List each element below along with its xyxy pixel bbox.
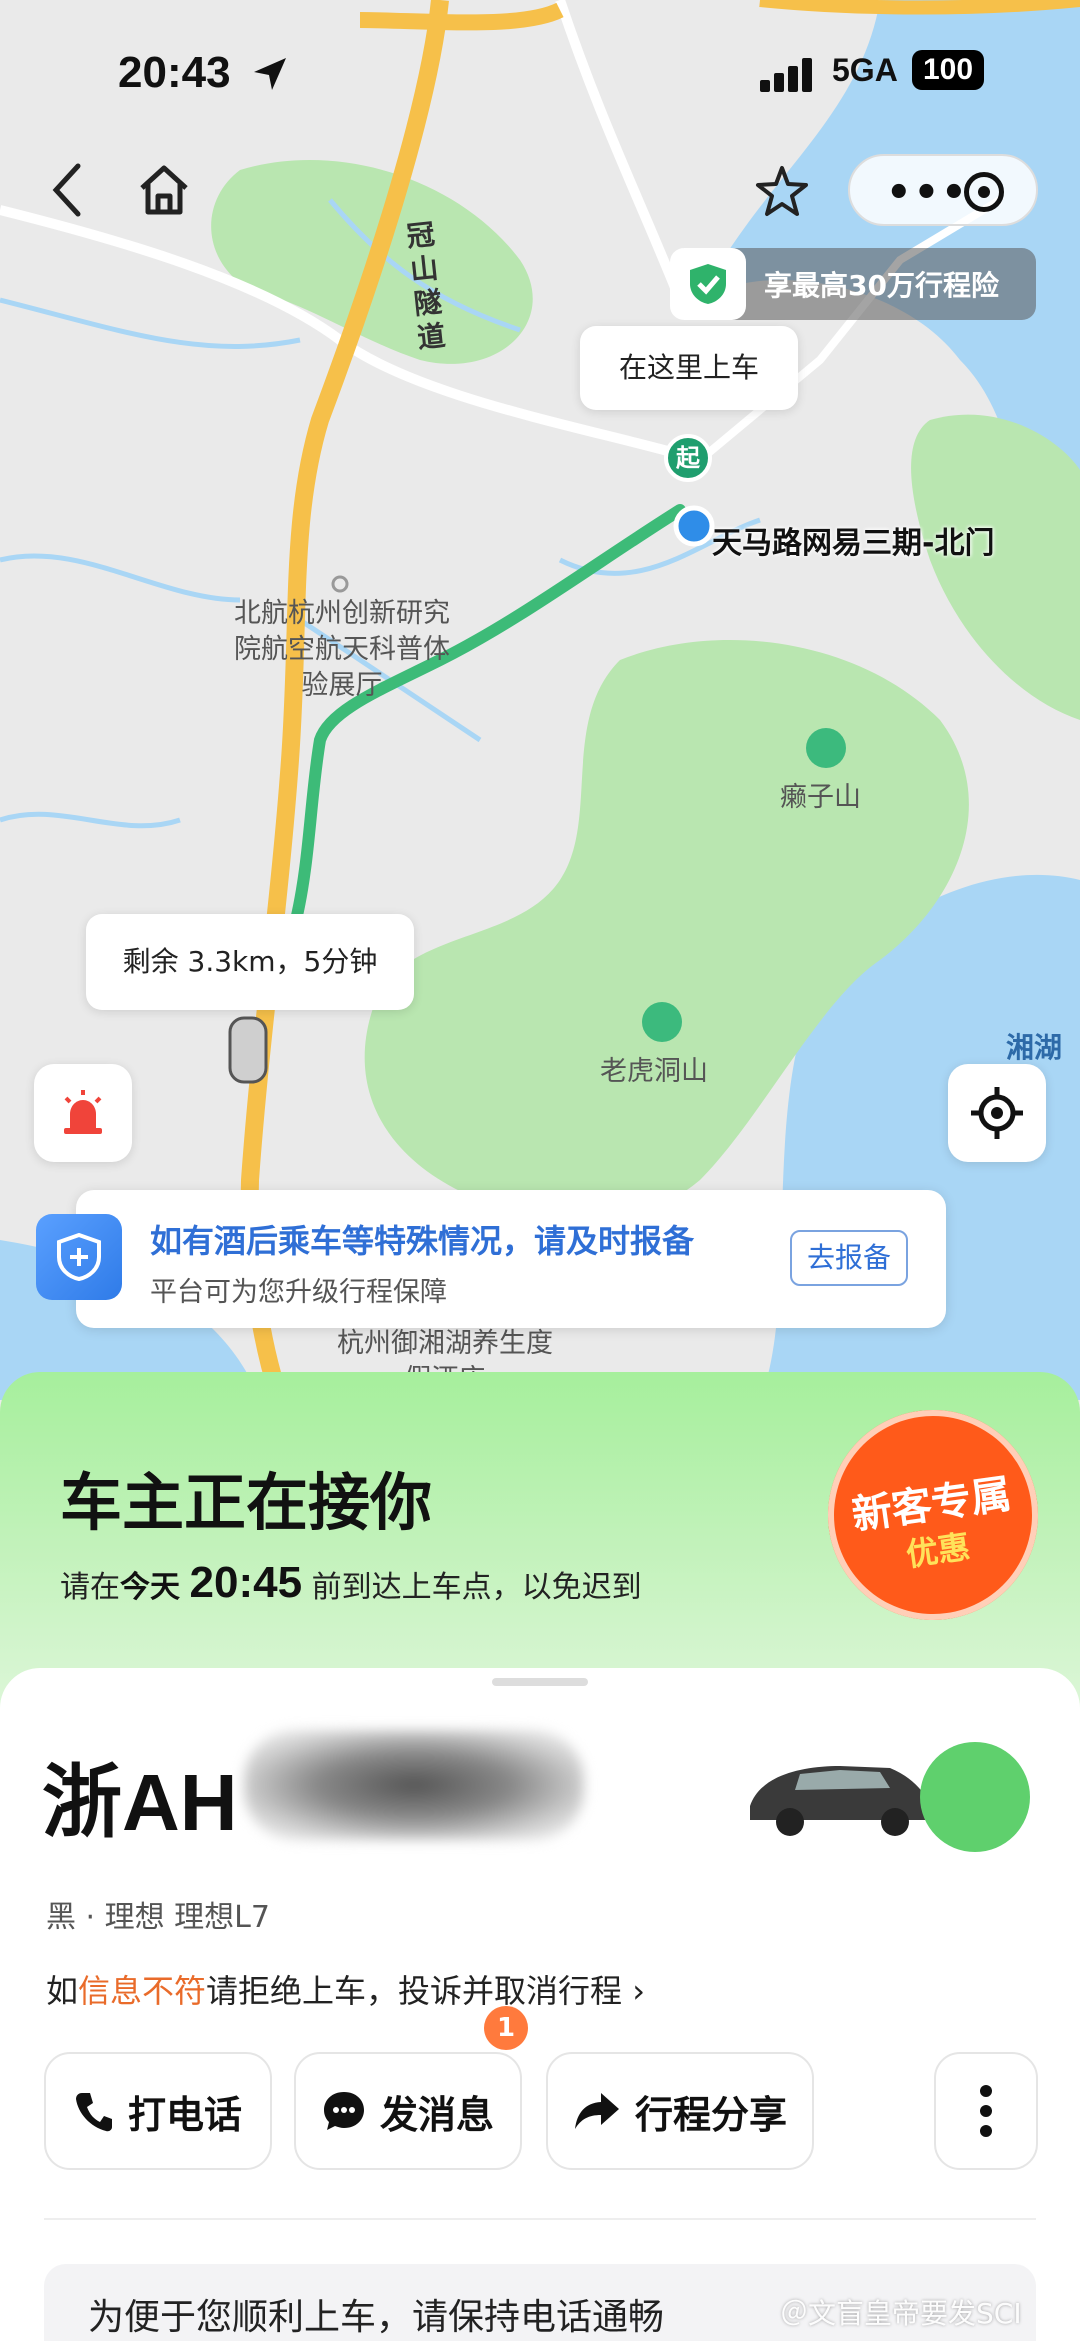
plate-redaction-blur bbox=[244, 1730, 584, 1840]
start-marker: 起 bbox=[664, 434, 712, 482]
warn-prefix: 如 bbox=[46, 1972, 79, 2010]
emergency-alarm-button[interactable] bbox=[34, 1064, 132, 1162]
shield-plus-icon bbox=[36, 1214, 122, 1300]
driver-avatar[interactable] bbox=[920, 1742, 1030, 1852]
insurance-banner[interactable]: 享最高30万行程险 bbox=[670, 248, 1036, 320]
share-label: 行程分享 bbox=[634, 2092, 787, 2137]
phone-icon bbox=[75, 2093, 112, 2132]
car-image bbox=[750, 1766, 930, 1836]
message-label: 发消息 bbox=[379, 2092, 494, 2137]
pickup-point-bubble[interactable]: 在这里上车 bbox=[580, 326, 798, 410]
status-bar: 20:43 5GA 100 bbox=[0, 44, 1080, 104]
license-plate: 浙AH bbox=[42, 1758, 238, 1847]
more-dots-icon[interactable]: ••• bbox=[886, 170, 969, 216]
car-info: 黑 · 理想 理想L7 bbox=[46, 1900, 270, 1935]
close-target-icon[interactable] bbox=[964, 172, 1004, 212]
remaining-distance-bubble: 剩余 3.3km，5分钟 bbox=[86, 914, 414, 1010]
poi-label-laohudongshan: 老虎洞山 bbox=[600, 1056, 708, 1087]
shield-check-icon bbox=[670, 248, 746, 320]
warn-highlight: 信息不符 bbox=[78, 1972, 207, 2010]
share-arrow-icon bbox=[574, 2093, 619, 2129]
share-trip-button[interactable]: 行程分享 bbox=[546, 2052, 814, 2170]
message-button[interactable]: 发消息 bbox=[294, 2052, 522, 2170]
network-type: 5GA bbox=[832, 52, 898, 88]
poi-label-museum: 北航杭州创新研究院航空航天科普体验展厅 bbox=[234, 598, 450, 701]
poi-label-laizishan: 癞子山 bbox=[780, 782, 861, 813]
mini-program-capsule[interactable]: ••• bbox=[848, 154, 1038, 226]
arrive-today: 今天 bbox=[120, 1570, 180, 1605]
unread-badge: 1 bbox=[484, 2006, 528, 2050]
drag-handle[interactable] bbox=[492, 1678, 588, 1686]
location-arrow-icon bbox=[254, 58, 286, 90]
favorite-star-icon[interactable] bbox=[752, 162, 812, 222]
road-label-lake: 湘湖 bbox=[1006, 1031, 1063, 1064]
arrive-suffix: 前到达上车点，以免迟到 bbox=[311, 1570, 642, 1605]
pickup-location-label: 天马路网易三期-北门 bbox=[712, 526, 995, 561]
locate-me-button[interactable] bbox=[948, 1064, 1046, 1162]
mismatch-warning-link[interactable]: 如信息不符请拒绝上车，投诉并取消行程 › bbox=[46, 1966, 645, 2012]
call-label: 打电话 bbox=[127, 2092, 242, 2137]
report-button[interactable]: 去报备 bbox=[790, 1230, 908, 1286]
siren-icon bbox=[64, 1090, 102, 1134]
watermark: ＠文盲皇帝要发SCI bbox=[780, 2297, 1022, 2330]
status-time: 20:43 bbox=[118, 48, 231, 97]
vertical-dots-icon bbox=[980, 2085, 992, 2137]
message-bubble-icon bbox=[323, 2092, 364, 2130]
arrive-deadline: 请在今天 20:45 前到达上车点，以免迟到 bbox=[60, 1558, 642, 1608]
arrive-time: 20:45 bbox=[189, 1558, 303, 1607]
back-icon[interactable] bbox=[44, 160, 94, 220]
notice-title: 如有酒后乘车等特殊情况，请及时报备 bbox=[150, 1222, 695, 1260]
more-actions-button[interactable] bbox=[934, 2052, 1038, 2170]
trip-status-title: 车主正在接你 bbox=[60, 1466, 433, 1539]
phone-tip-text: 为便于您顺利上车，请保持电话通畅 bbox=[88, 2297, 665, 2338]
call-button[interactable]: 打电话 bbox=[44, 2052, 272, 2170]
battery-icon: 100 bbox=[912, 50, 984, 90]
home-icon[interactable] bbox=[136, 162, 192, 218]
special-situation-notice[interactable]: 如有酒后乘车等特殊情况，请及时报备 平台可为您升级行程保障 去报备 bbox=[36, 1190, 946, 1328]
arrive-prefix: 请在 bbox=[60, 1570, 120, 1605]
notice-subtitle: 平台可为您升级行程保障 bbox=[150, 1277, 447, 1308]
divider bbox=[44, 2218, 1036, 2220]
locate-icon bbox=[971, 1087, 1023, 1139]
warn-suffix: 请拒绝上车，投诉并取消行程 › bbox=[206, 1972, 646, 2010]
signal-icon bbox=[760, 58, 812, 92]
insurance-text: 享最高30万行程险 bbox=[764, 269, 999, 302]
